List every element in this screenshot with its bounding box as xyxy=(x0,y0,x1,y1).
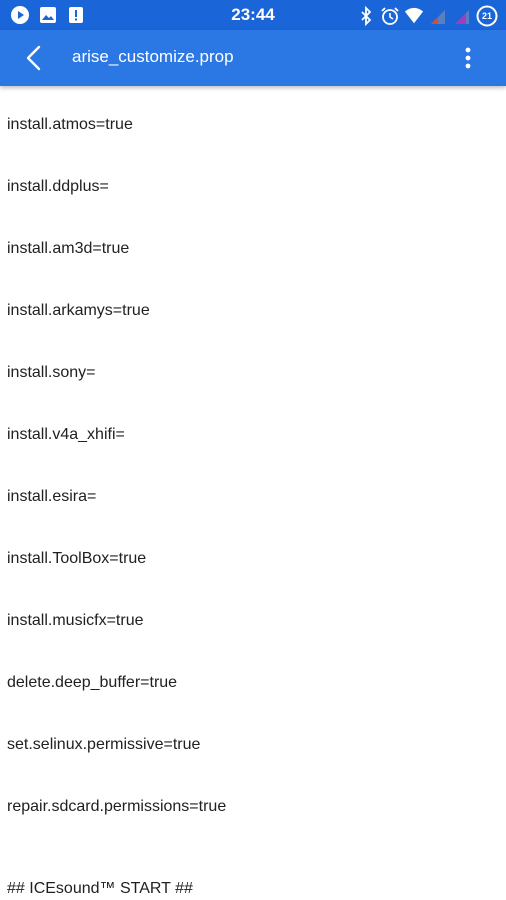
file-line: install.ddplus= xyxy=(7,178,109,195)
system-icons: 21 xyxy=(356,5,498,27)
file-content[interactable]: install.atmos=true install.ddplus= insta… xyxy=(0,86,506,900)
wifi-icon xyxy=(404,6,424,26)
file-line: install.v4a_xhifi= xyxy=(7,426,125,443)
signal-icon xyxy=(428,6,448,26)
overflow-menu-button[interactable] xyxy=(454,44,482,72)
more-vert-icon xyxy=(465,47,471,69)
file-line: repair.sdcard.permissions=true xyxy=(7,798,227,815)
battery-level: 21 xyxy=(481,11,492,21)
alarm-icon xyxy=(380,6,400,26)
file-line: install.musicfx=true xyxy=(7,612,144,629)
file-line: ## ICEsound™ START ## xyxy=(7,880,193,897)
chevron-left-icon xyxy=(26,45,41,71)
file-line: install.arkamys=true xyxy=(7,302,150,319)
file-line: install.ToolBox=true xyxy=(7,550,147,567)
file-line: delete.deep_buffer=true xyxy=(7,674,178,691)
file-title: arise_customize.prop xyxy=(72,47,234,66)
signal-icon xyxy=(452,6,472,26)
app-bar: arise_customize.prop xyxy=(0,30,506,86)
file-line: set.selinux.permissive=true xyxy=(7,736,201,753)
file-line: install.esira= xyxy=(7,488,97,505)
battery-icon: 21 xyxy=(476,5,498,27)
status-bar: 23:44 21 xyxy=(0,0,506,30)
back-button[interactable] xyxy=(14,42,54,74)
file-line: install.atmos=true xyxy=(7,116,133,133)
file-line: install.sony= xyxy=(7,364,96,381)
file-line: install.am3d=true xyxy=(7,240,130,257)
bluetooth-icon xyxy=(356,6,376,26)
